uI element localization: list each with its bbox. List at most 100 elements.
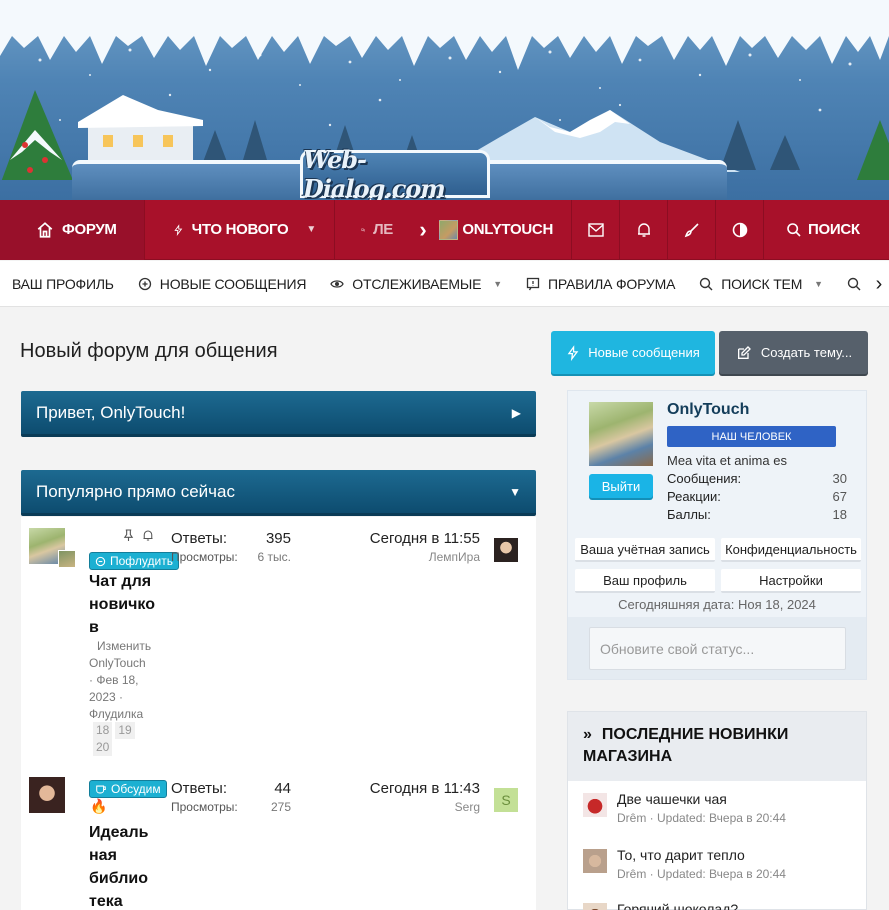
status-update-area: Обновите свой статус... [568, 617, 866, 679]
fire-icon: 🔥 [90, 798, 108, 814]
search-button[interactable]: ПОИСК [764, 200, 878, 260]
alerts-button[interactable] [620, 199, 668, 260]
greeting-title: Привет, OnlyTouch! [36, 402, 186, 422]
replies-label: Ответы: [171, 780, 228, 797]
replies-count: 44 [274, 780, 291, 797]
tab-whats-new[interactable]: ЧТО НОВОГО ▼ [145, 199, 335, 260]
thread-forum-link[interactable]: Флудилка [89, 706, 157, 723]
bolt-icon [567, 344, 579, 361]
shop-block-header[interactable]: » ПОСЛЕДНИЕ НОВИНКИ МАГАЗИНА [568, 712, 866, 781]
popular-thread-list: Пофлудить Чат для новичко в Изменить Onl… [21, 517, 536, 910]
chevron-down-icon[interactable]: ▼ [306, 224, 316, 235]
chevron-right-icon[interactable]: ▶ [512, 406, 521, 420]
last-poster-avatar[interactable] [494, 538, 518, 562]
chevron-down-icon[interactable]: ▼ [509, 485, 521, 499]
shop-item-title[interactable]: То, что дарит тепло [617, 847, 745, 863]
new-posts-button[interactable]: Новые сообщения [551, 331, 715, 374]
stat-label: Сообщения: [667, 471, 742, 486]
nav-scroll-right-icon[interactable]: › [411, 217, 435, 243]
bell-icon [143, 530, 153, 541]
edit-icon [737, 345, 751, 359]
subnav-your-profile-label: ВАШ ПРОФИЛЬ [12, 275, 114, 292]
home-icon [37, 221, 53, 238]
popular-block-header[interactable]: Популярно прямо сейчас ▼ [21, 470, 536, 516]
user-menu-label: ONLYTOUCH [462, 221, 553, 238]
subnav-your-profile[interactable]: ВАШ ПРОФИЛЬ [0, 261, 126, 306]
page-title: Новый форум для общения [20, 340, 278, 362]
today-date: Сегодняшняя дата: Ноя 18, 2024 [618, 597, 816, 612]
sub-navigation: ВАШ ПРОФИЛЬ НОВЫЕ СООБЩЕНИЯ ОТСЛЕЖИВАЕМЫ… [0, 261, 889, 307]
last-post-date[interactable]: Сегодня в 11:55 [341, 530, 480, 547]
double-chevron-right-icon: » [583, 726, 592, 743]
views-label: Просмотры: [171, 550, 238, 564]
greeting-block-header[interactable]: Привет, OnlyTouch! ▶ [21, 391, 536, 437]
privacy-link[interactable]: Конфиденциальность [721, 538, 861, 562]
last-poster-name[interactable]: ЛемпИра [341, 550, 480, 564]
shop-item-title[interactable]: Горячий шоколад? [617, 901, 738, 910]
thread-date: · Фев 18, [89, 673, 139, 687]
profile-avatar[interactable] [589, 402, 653, 466]
thread-prefix-badge[interactable]: Обсудим [89, 780, 167, 798]
thread-title-line: тека [89, 893, 123, 910]
popular-title: Популярно прямо сейчас [36, 481, 235, 501]
page-link[interactable]: 18 [93, 722, 113, 739]
create-thread-button[interactable]: Создать тему... [719, 331, 868, 374]
shop-item-thumbnail[interactable] [583, 849, 607, 873]
thread-author-link[interactable]: OnlyTouch [89, 655, 157, 672]
shop-item-title[interactable]: Две чашечки чая [617, 791, 727, 807]
thread-author-avatar[interactable] [29, 777, 65, 813]
subnav-new-posts[interactable]: НОВЫЕ СООБЩЕНИЯ [126, 261, 318, 306]
subnav-forum-rules[interactable]: ПРАВИЛА ФОРУМА [514, 261, 687, 306]
new-posts-button-label: Новые сообщения [588, 345, 700, 360]
logout-button[interactable]: Выйти [589, 474, 653, 498]
style-chooser-button[interactable] [668, 199, 716, 260]
replies-count: 395 [265, 530, 291, 547]
your-profile-link[interactable]: Ваш профиль [575, 569, 715, 593]
shop-title-line: ПОСЛЕДНИЕ НОВИНКИ [601, 726, 789, 743]
chevron-down-icon[interactable]: ▼ [814, 279, 823, 289]
thread-title[interactable]: Идеаль ная библио тека [89, 821, 159, 910]
thread-title-line: Чат для [89, 573, 152, 590]
thread-title-line: ная [89, 847, 117, 864]
profile-username[interactable]: OnlyTouch [667, 401, 749, 419]
search-button-label: ПОИСК [808, 221, 860, 238]
thread-title[interactable]: Чат для новичко в [89, 570, 159, 639]
account-link[interactable]: Ваша учётная запись [575, 538, 715, 562]
comments-icon [361, 228, 365, 232]
settings-link[interactable]: Настройки [721, 569, 861, 593]
views-count: 275 [270, 800, 291, 814]
shop-item-thumbnail[interactable] [583, 903, 607, 910]
header-banner: Web-Dialog.com [0, 0, 889, 200]
thread-prefix-badge[interactable]: Пофлудить [89, 552, 179, 570]
user-menu[interactable]: ONLYTOUCH [435, 199, 572, 260]
brush-icon [684, 222, 699, 237]
theme-toggle-button[interactable] [716, 199, 764, 260]
site-logo[interactable]: Web-Dialog.com [300, 145, 490, 200]
tab-forum[interactable]: ФОРУМ [0, 199, 145, 260]
status-input[interactable]: Обновите свой статус... [589, 627, 846, 670]
thread-edit-link[interactable]: Изменить [89, 638, 157, 655]
shop-item-thumbnail[interactable] [583, 793, 607, 817]
subnav-search-threads[interactable]: ПОИСК ТЕМ ▼ [687, 261, 835, 306]
tab-feed[interactable]: ЛЕ [335, 200, 411, 260]
subnav-scroll-right-icon[interactable]: › [869, 261, 889, 306]
thread-meta: Изменить OnlyTouch · Фев 18, 2023 · Флуд… [89, 638, 157, 723]
last-poster-avatar[interactable]: S [494, 788, 518, 812]
alert-square-icon [526, 277, 540, 290]
page-link[interactable]: 19 [115, 722, 135, 739]
inbox-button[interactable] [572, 199, 620, 260]
last-poster-name[interactable]: Serg [341, 800, 480, 814]
tab-feed-label: ЛЕ [373, 221, 393, 238]
shop-item-meta: Drêm · Updated: Вчера в 20:44 [617, 867, 786, 881]
replies-label: Ответы: [171, 530, 228, 547]
contrast-icon [732, 222, 747, 237]
page-link[interactable]: 20 [93, 739, 113, 756]
chevron-down-icon[interactable]: ▼ [493, 279, 502, 289]
subnav-search-threads-label: ПОИСК ТЕМ [721, 275, 803, 292]
shop-item-meta: Drêm · Updated: Вчера в 20:44 [617, 811, 786, 825]
subnav-watched[interactable]: ОТСЛЕЖИВАЕМЫЕ ▼ [318, 261, 514, 306]
last-post-date[interactable]: Сегодня в 11:43 [341, 780, 480, 797]
thread-status-icons [123, 529, 154, 542]
thread-last-poster-mini-avatar [58, 550, 76, 568]
views-count: 6 тыс. [257, 550, 291, 564]
